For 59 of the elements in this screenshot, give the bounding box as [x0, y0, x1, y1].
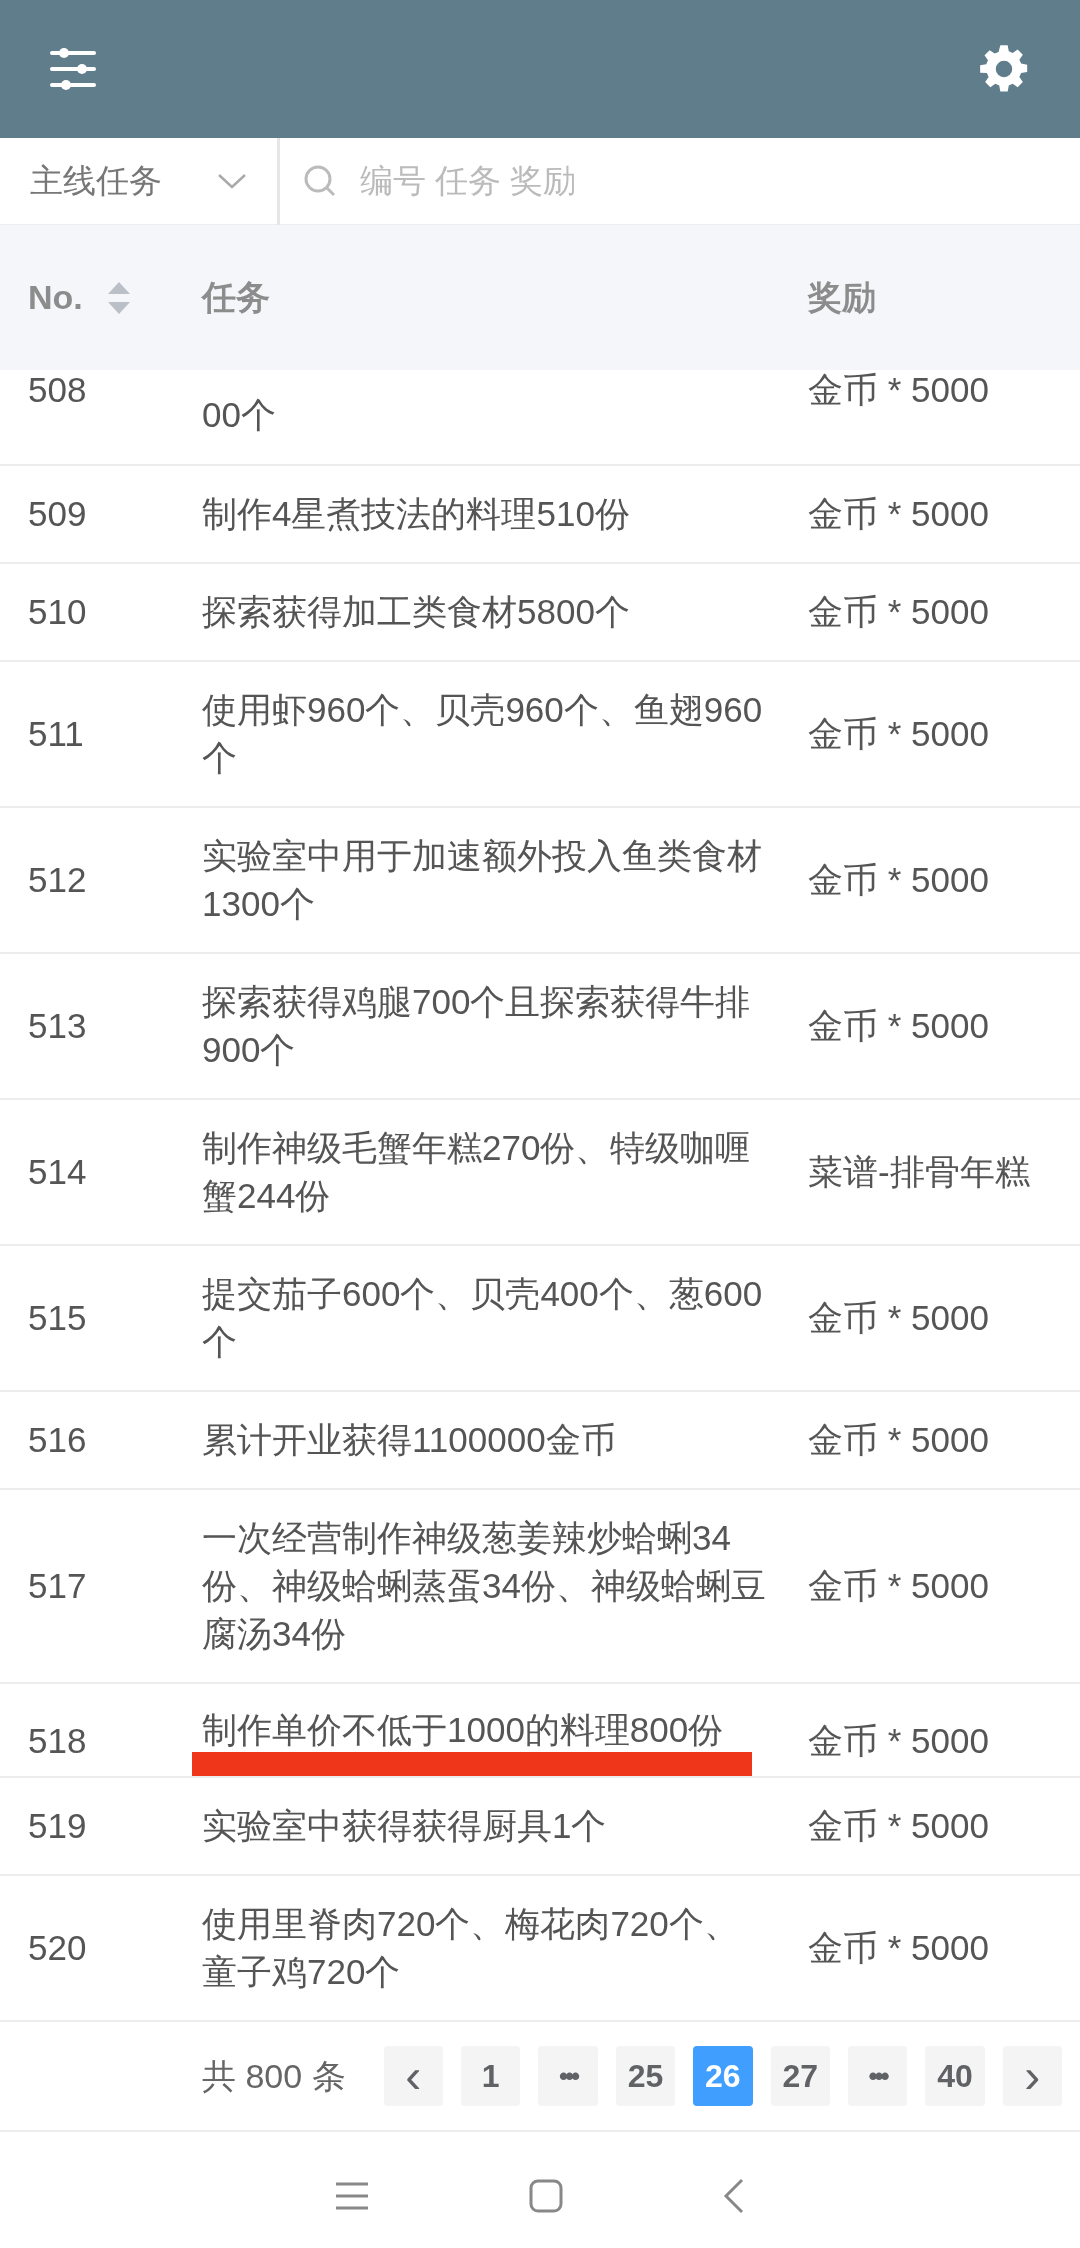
search-icon [302, 163, 338, 199]
column-header: 任务 [202, 278, 270, 316]
total-count: 共 800 条 [202, 2055, 346, 2097]
table-cell: 513 [28, 1006, 87, 1045]
table-cell: 512 [28, 860, 87, 899]
table-cell: 508 [28, 370, 87, 409]
table-cell: 一次经营制作神级葱姜辣炒蛤蜊34份、神级蛤蜊蒸蛋34份、神级蛤蜊豆腐汤34份 [202, 1518, 766, 1653]
table-cell: 探索获得加工类食材5800个 [202, 592, 630, 631]
table-cell: 511 [28, 714, 84, 753]
settings-icon[interactable] [978, 43, 1030, 95]
page-button[interactable]: 25 [615, 2046, 676, 2106]
more-pages-button[interactable]: ••• [847, 2046, 908, 2106]
table-cell: 510 [28, 592, 87, 631]
table-cell: 使用里脊肉720个、梅花肉720个、童子鸡720个 [202, 1904, 739, 1991]
table-cell: 金币 * 5000 [808, 1806, 989, 1845]
table-cell: 提交茄子600个、贝壳400个、葱600个 [202, 1274, 763, 1361]
table-cell: 金币 * 5000 [808, 1721, 989, 1760]
back-icon[interactable] [723, 2178, 745, 2214]
table-cell: 金币 * 5000 [808, 860, 989, 899]
filter-settings-icon[interactable] [50, 47, 96, 91]
page-button[interactable]: 27 [770, 2046, 830, 2106]
table-cell: 518 [28, 1721, 87, 1760]
table-cell: 金币 * 5000 [808, 1298, 989, 1337]
table-cell: 514 [28, 1152, 87, 1191]
menu-icon[interactable] [335, 2181, 369, 2211]
chevron-down-icon [217, 173, 247, 189]
page-button[interactable]: 1 [461, 2046, 521, 2106]
table-cell: 517 [28, 1566, 87, 1605]
table-cell: 使用虾960个、贝壳960个、鱼翅960个 [202, 690, 763, 777]
column-header: 奖励 [808, 278, 876, 316]
table-cell: 金币 * 5000 [808, 1420, 989, 1459]
table-cell: 探索获得鸡腿700个且探索获得牛排900个 [202, 982, 751, 1069]
table-cell: 制作单价不低于1000的料理800份 [202, 1710, 724, 1749]
table-cell: 509 [28, 494, 87, 533]
table-cell: 累计开业获得1100000金币 [202, 1420, 616, 1459]
table-cell: 516 [28, 1420, 87, 1459]
table-cell: 519 [28, 1806, 87, 1845]
table-cell: 金币 * 5000 [808, 714, 989, 753]
table-cell: 520 [28, 1928, 87, 1967]
table-cell: 金币 * 5000 [808, 1006, 989, 1045]
table-cell: 实验室中用于加速额外投入鱼类食材1300个 [202, 836, 762, 923]
table-cell: 金币 * 5000 [808, 494, 989, 533]
table-cell: 515 [28, 1298, 87, 1337]
next-page-button[interactable]: › [1002, 2046, 1062, 2106]
table-cell: 金币 * 5000 [808, 370, 989, 409]
previous-page-button[interactable]: ‹ [383, 2046, 443, 2106]
table-cell: 金币 * 5000 [808, 1566, 989, 1605]
table-cell: 制作神级毛蟹年糕270份、特级咖喱蟹244份 [202, 1128, 751, 1215]
table-cell: 金币 * 5000 [808, 1928, 989, 1967]
table-cell: 制作4星煮技法的料理510份 [202, 494, 630, 533]
more-pages-button[interactable]: ••• [538, 2046, 598, 2106]
home-icon[interactable] [529, 2179, 563, 2213]
page-button[interactable]: 40 [925, 2046, 985, 2106]
table-cell: 菜谱-排骨年糕 [808, 1152, 1030, 1191]
column-header[interactable]: No. [28, 272, 83, 323]
table-cell: 实验室中获得获得厨具1个 [202, 1806, 607, 1845]
dropdown-value: 主线任务 [30, 161, 162, 202]
table-cell: 金币 * 5000 [808, 592, 989, 631]
table-cell: 00个 [202, 395, 276, 434]
